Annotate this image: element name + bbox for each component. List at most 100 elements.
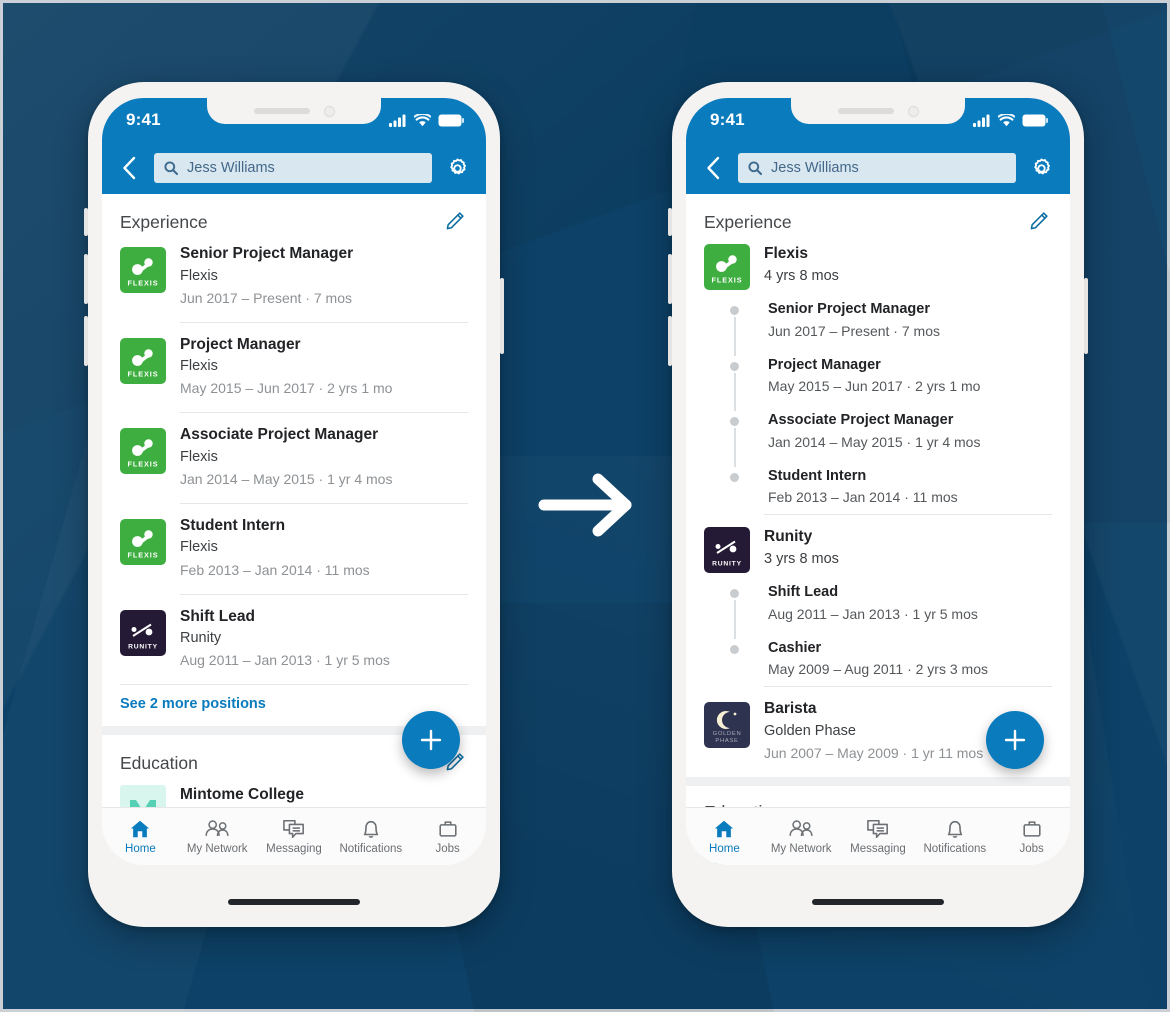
notifications-icon [363,820,378,838]
position-list: Senior Project Manager Jun 2017 – Presen… [704,294,1052,514]
flexis-logo: FLEXIS [120,337,166,384]
settings-button[interactable] [1024,151,1058,185]
nav-item-my-network[interactable]: My Network [179,818,256,855]
job-company: Runity [180,630,222,647]
power-button[interactable] [1084,278,1088,354]
svg-text:RUNITY: RUNITY [712,561,742,568]
section-title: Experience [704,211,792,232]
position-title: Associate Project Manager [768,412,954,429]
search-input-value: Jess Williams [187,160,275,176]
notch [207,98,381,124]
experience-section-header: Experience [686,194,1070,244]
timeline-line [734,428,736,467]
status-icons [973,113,1048,127]
job-title: Student Intern [180,516,286,534]
volume-down-button[interactable] [668,316,672,366]
nav-item-messaging[interactable]: Messaging [840,818,917,855]
company-duration: 3 yrs 8 mos [764,550,839,567]
position-dates: Feb 2013 – Jan 2014 · 11 mos [768,489,958,506]
phone-screen-right: 9:41 Jess Williams Experience FLEXIS Fle… [686,98,1070,865]
wifi-icon [414,113,431,126]
job-dates: Jun 2017 – Present · 7 mos [180,289,352,306]
messaging-icon [867,819,888,839]
volume-up-button[interactable] [668,254,672,304]
home-indicator [812,899,944,905]
timeline-line [734,317,736,356]
home-icon [131,820,150,838]
nav-item-notifications[interactable]: Notifications [332,818,409,855]
search-row: Jess Williams [686,142,1070,194]
nav-item-jobs[interactable]: Jobs [409,818,486,855]
search-input[interactable]: Jess Williams [738,153,1016,183]
company-header[interactable]: FLEXIS Flexis 4 yrs 8 mos [704,244,1052,294]
experience-row[interactable]: FLEXIS Associate Project Manager Flexis … [102,413,486,503]
company-name: Runity [764,528,813,546]
nav-label: Notifications [923,843,987,855]
nav-label: Jobs [1019,843,1044,855]
experience-row[interactable]: FLEXIS Project Manager Flexis May 2015 –… [102,323,486,413]
experience-row[interactable]: FLEXIS Senior Project Manager Flexis Jun… [102,244,486,322]
nav-item-my-network[interactable]: My Network [763,818,840,855]
job-title: Project Manager [180,335,301,353]
nav-item-home[interactable]: Home [102,818,179,855]
position-row[interactable]: Student Intern Feb 2013 – Jan 2014 · 11 … [720,467,1052,515]
mute-switch[interactable] [84,208,88,236]
flexis-logo: FLEXIS [120,518,166,565]
edit-experience-button[interactable] [1028,210,1052,234]
phone-mockup-before: 9:41 Jess Williams Experience FLEXIS Sen… [84,82,504,927]
company-group-flexis: FLEXIS Flexis 4 yrs 8 mos Senior Project… [686,244,1070,514]
experience-card: Experience [102,194,486,727]
position-title: Shift Lead [768,584,839,601]
jobs-icon [439,821,457,837]
job-title: Associate Project Manager [180,426,379,444]
runity-logo: RUNITY [704,527,750,574]
timeline-line [734,372,736,412]
job-company: Flexis [180,358,218,375]
back-chevron-icon [706,156,719,180]
timeline-dot [730,306,739,315]
position-dates: May 2009 – Aug 2011 · 2 yrs 3 mos [768,661,988,678]
job-dates: Jan 2014 – May 2015 · 1 yr 4 mos [180,470,393,487]
pencil-icon [446,212,464,230]
nav-item-notifications[interactable]: Notifications [916,818,993,855]
nav-item-jobs[interactable]: Jobs [993,818,1070,855]
position-row[interactable]: Associate Project Manager Jan 2014 – May… [720,411,1052,467]
experience-row[interactable]: FLEXIS Student Intern Flexis Feb 2013 – … [102,504,486,594]
search-icon [748,161,762,175]
back-button[interactable] [696,151,730,185]
gear-icon [449,158,466,174]
experience-row[interactable]: RUNITY Shift Lead Runity Aug 2011 – Jan … [102,595,486,685]
job-dates: May 2015 – Jun 2017 · 2 yrs 1 mo [180,380,393,397]
mute-switch[interactable] [668,208,672,236]
messaging-icon [283,819,304,839]
position-row[interactable]: Shift Lead Aug 2011 – Jan 2013 · 1 yr 5 … [720,583,1052,639]
gear-icon [1033,158,1050,174]
nav-item-home[interactable]: Home [686,818,763,855]
back-button[interactable] [112,151,146,185]
position-row[interactable]: Cashier May 2009 – Aug 2011 · 2 yrs 3 mo… [720,639,1052,687]
job-company: Flexis [180,267,218,284]
nav-item-messaging[interactable]: Messaging [256,818,333,855]
volume-down-button[interactable] [84,316,88,366]
position-row[interactable]: Senior Project Manager Jun 2017 – Presen… [720,300,1052,356]
nav-label: Messaging [266,843,322,855]
settings-button[interactable] [440,151,474,185]
timeline-dot [730,589,739,599]
company-header[interactable]: RUNITY Runity 3 yrs 8 mos [704,527,1052,577]
nav-label: Jobs [435,843,460,855]
job-title: Senior Project Manager [180,245,354,262]
wifi-icon [998,113,1015,126]
search-input[interactable]: Jess Williams [154,153,432,183]
position-row[interactable]: Project Manager May 2015 – Jun 2017 · 2 … [720,356,1052,412]
edit-experience-button[interactable] [444,210,468,234]
power-button[interactable] [500,278,504,354]
company-header-body: Flexis 4 yrs 8 mos [764,244,839,290]
nav-label: Notifications [339,843,403,855]
add-button[interactable] [402,711,460,769]
position-dates: Jan 2014 – May 2015 · 1 yr 4 mos [768,433,981,450]
add-button[interactable] [986,711,1044,769]
volume-up-button[interactable] [84,254,88,304]
flexis-logo: FLEXIS [120,247,166,293]
company-name: Flexis [764,245,808,262]
school-name: Mintome College [180,786,305,804]
